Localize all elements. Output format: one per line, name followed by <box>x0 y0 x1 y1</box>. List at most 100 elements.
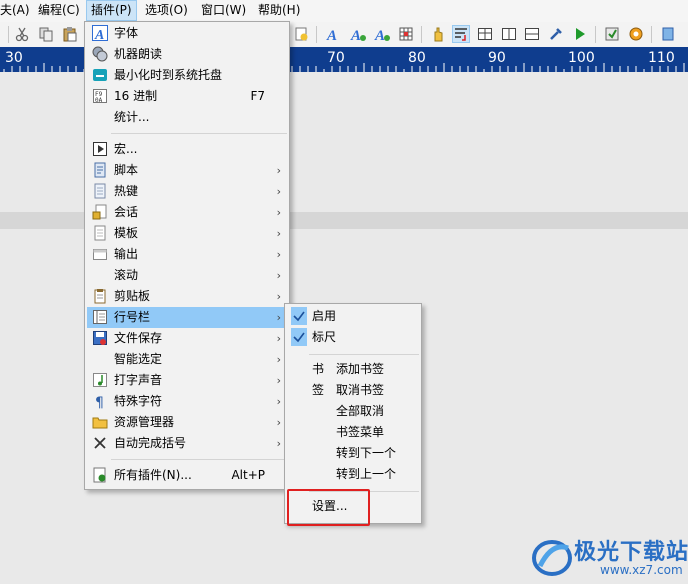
menu-help[interactable]: 帮助(H) <box>254 0 304 21</box>
submenu-arrow-icon: › <box>276 206 281 219</box>
menu-item-scroll[interactable]: 滚动 › <box>87 265 287 286</box>
menu-item-minimize-to-tray[interactable]: 最小化时到系统托盘 <box>87 65 287 86</box>
svg-text:A: A <box>94 28 104 41</box>
submenu-item-previous[interactable]: 转到上一个 <box>287 464 419 485</box>
submenu-arrow-icon: › <box>276 164 281 177</box>
watermark-url: www.xz7.com <box>600 563 683 577</box>
checkmark-icon <box>291 307 307 325</box>
font-icon[interactable]: A <box>325 26 341 42</box>
svg-text:A: A <box>374 28 385 42</box>
menu-item-explorer[interactable]: 资源管理器 › <box>87 412 287 433</box>
menu-file[interactable]: 夫(A) <box>0 0 34 21</box>
macro-play-icon <box>93 142 107 156</box>
menu-item-line-numbers[interactable]: 行号栏 › <box>87 307 287 328</box>
paste-icon[interactable] <box>62 26 78 42</box>
menu-separator <box>309 354 419 355</box>
menu-item-special-chars[interactable]: ¶ 特殊字符 › <box>87 391 287 412</box>
menu-plugins[interactable]: 插件(P) <box>86 0 137 21</box>
submenu-item-clear-all[interactable]: 全部取消 <box>287 401 419 422</box>
menu-item-session[interactable]: 会话 › <box>87 202 287 223</box>
watermark: 极光下载站 www.xz7.com <box>530 530 688 584</box>
brackets-icon <box>94 437 106 449</box>
music-note-icon <box>93 373 107 387</box>
menu-separator <box>111 459 287 460</box>
svg-text:A: A <box>326 28 337 42</box>
speaker-icon <box>92 46 108 62</box>
toolbar-separator <box>316 26 317 43</box>
hotkey-icon <box>94 183 106 199</box>
wrap-button[interactable] <box>452 25 470 43</box>
menu-item-hotkeys[interactable]: 热键 › <box>87 181 287 202</box>
hex-icon: F90A <box>93 89 107 104</box>
toolbar-separator <box>421 26 422 43</box>
submenu-item-ruler[interactable]: 标尺 <box>287 327 419 348</box>
menu-item-file-save[interactable]: 文件保存 › <box>87 328 287 349</box>
menu-item-hex[interactable]: F9 0A 16 进制 F7 <box>87 86 287 107</box>
menu-item-smart-select[interactable]: 智能选定 › <box>87 349 287 370</box>
font-bigger-icon[interactable]: A <box>350 26 366 42</box>
font-smaller-icon[interactable]: A <box>374 26 390 42</box>
menu-edit[interactable]: 编程(C) <box>34 0 84 21</box>
char-map-icon[interactable] <box>398 26 414 42</box>
notebook-icon[interactable] <box>660 26 676 42</box>
highlight-annotation-box <box>287 489 370 526</box>
menu-item-macro[interactable]: 宏... <box>87 139 287 160</box>
menu-window[interactable]: 窗口(W) <box>197 0 250 21</box>
line-numbers-icon <box>93 310 107 324</box>
submenu-arrow-icon: › <box>276 395 281 408</box>
cut-icon[interactable] <box>14 26 30 42</box>
menu-item-speech[interactable]: 机器朗读 <box>87 44 287 65</box>
menu-item-output[interactable]: 输出 › <box>87 244 287 265</box>
submenu-item-next[interactable]: 转到下一个 <box>287 443 419 464</box>
submenu-arrow-icon: › <box>276 311 281 324</box>
menu-bar: 夫(A) 编程(C) 插件(P) 选项(O) 窗口(W) 帮助(H) <box>0 0 688 23</box>
copy-icon[interactable] <box>38 26 54 42</box>
submenu-arrow-icon: › <box>276 416 281 429</box>
table-icon[interactable] <box>477 26 493 42</box>
split-horizontal-icon[interactable] <box>524 26 540 42</box>
menu-item-auto-brackets[interactable]: 自动完成括号 › <box>87 433 287 454</box>
menu-separator <box>111 133 287 134</box>
svg-text:¶: ¶ <box>95 395 104 409</box>
submenu-item-bookmark-menu[interactable]: 书签菜单 <box>287 422 419 443</box>
submenu-arrow-icon: › <box>276 332 281 345</box>
compile-icon[interactable] <box>604 26 620 42</box>
menu-item-statistics[interactable]: 统计... <box>87 107 287 128</box>
output-icon <box>93 249 107 260</box>
submenu-arrow-icon: › <box>276 227 281 240</box>
ruler-number: 70 <box>327 50 345 66</box>
menu-item-typing-sound[interactable]: 打字声音 › <box>87 370 287 391</box>
ruler-number: 100 <box>568 50 595 66</box>
svg-text:0A: 0A <box>95 97 103 104</box>
svg-text:A: A <box>350 28 361 42</box>
ruler-number: 110 <box>648 50 675 66</box>
submenu-item-add-bookmark[interactable]: 书 添加书签 <box>287 359 419 380</box>
session-lock-icon <box>92 204 107 220</box>
submenu-arrow-icon: › <box>276 437 281 450</box>
run-icon[interactable] <box>572 26 588 42</box>
tray-icon <box>93 69 107 81</box>
split-vertical-icon[interactable] <box>501 26 517 42</box>
hand-icon[interactable] <box>430 26 446 42</box>
menu-options[interactable]: 选项(O) <box>141 0 192 21</box>
menu-item-all-plugins[interactable]: 所有插件(N)... Alt+P <box>87 465 287 486</box>
settings-gear-icon[interactable] <box>628 26 644 42</box>
clipboard-icon <box>94 289 106 304</box>
ruler-number: 90 <box>488 50 506 66</box>
checkmark-icon <box>291 328 307 346</box>
watermark-title: 极光下载站 <box>574 540 688 565</box>
submenu-item-enable[interactable]: 启用 <box>287 306 419 327</box>
menu-item-font[interactable]: A 字体 <box>87 23 287 44</box>
submenu-item-remove-bookmark[interactable]: 签 取消书签 <box>287 380 419 401</box>
menu-item-clipboard[interactable]: 剪贴板 › <box>87 286 287 307</box>
submenu-arrow-icon: › <box>276 185 281 198</box>
menu-item-template[interactable]: 模板 › <box>87 223 287 244</box>
submenu-arrow-icon: › <box>276 353 281 366</box>
font-a-icon: A <box>92 25 108 41</box>
new-doc-icon[interactable] <box>293 26 309 42</box>
folder-icon <box>92 417 108 429</box>
menu-item-script[interactable]: 脚本 › <box>87 160 287 181</box>
ruler-number: 80 <box>408 50 426 66</box>
toolbar-separator <box>8 26 9 43</box>
tools-icon[interactable] <box>548 26 564 42</box>
